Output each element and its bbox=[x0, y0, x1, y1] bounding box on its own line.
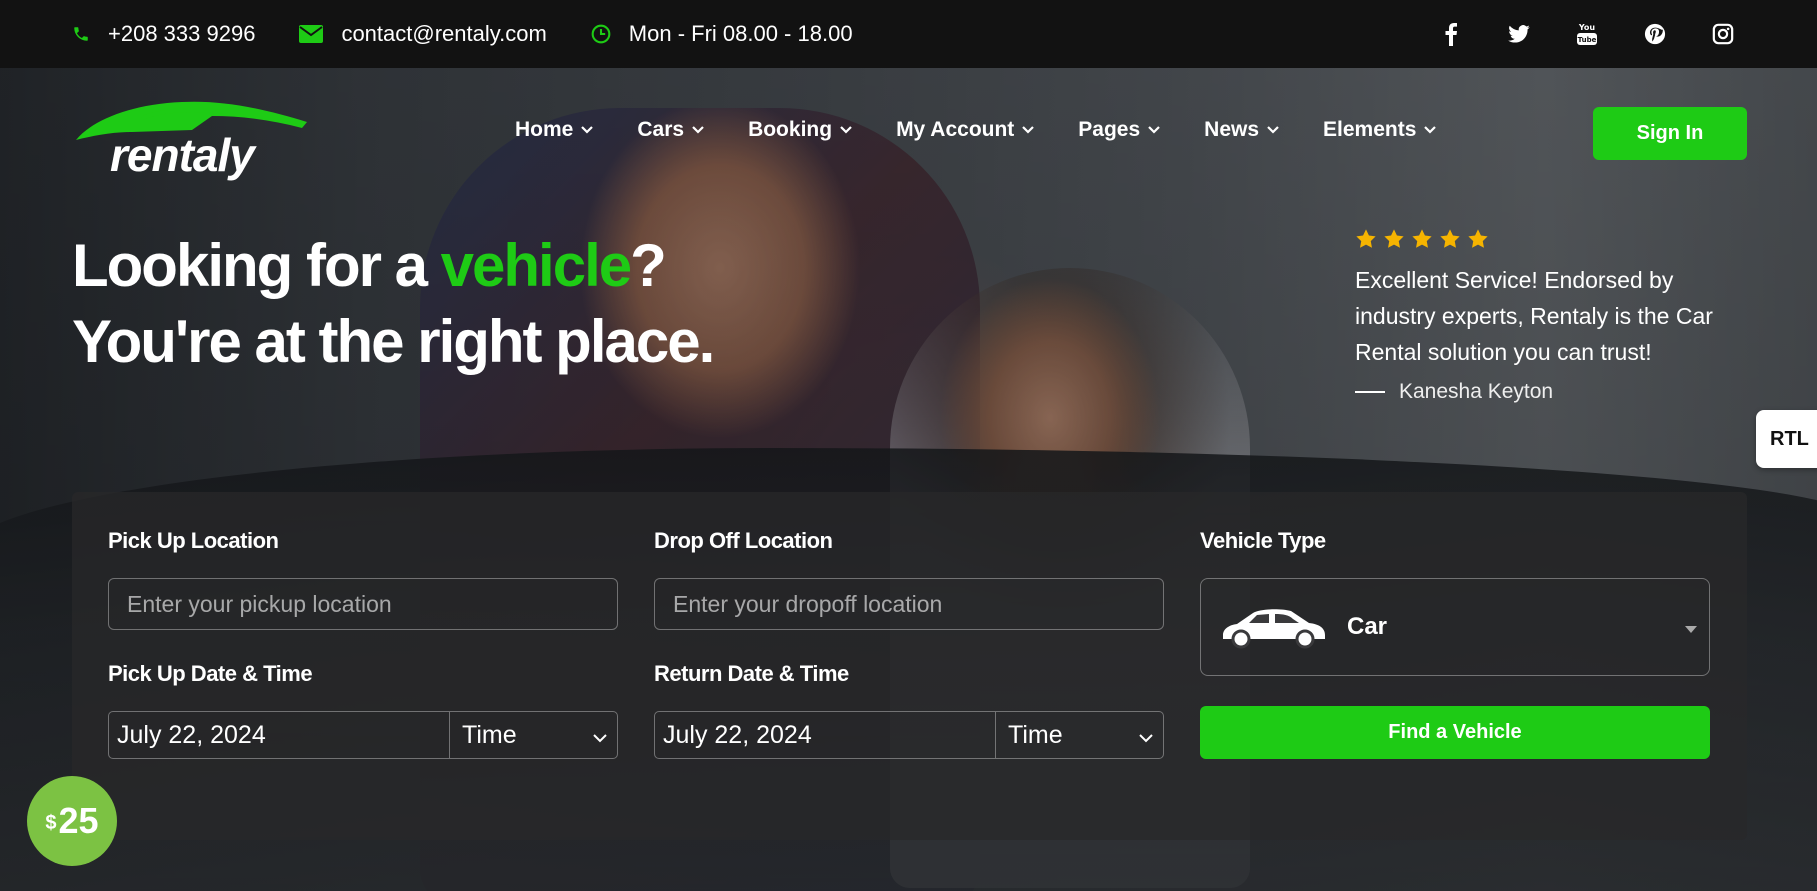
chevron-down-icon bbox=[840, 126, 852, 134]
return-time-select[interactable]: Time bbox=[996, 712, 1163, 758]
svg-text:You: You bbox=[1578, 23, 1596, 32]
return-date-input[interactable]: July 22, 2024 bbox=[655, 712, 996, 758]
vehicle-type-value: Car bbox=[1347, 613, 1388, 640]
car-icon bbox=[1223, 609, 1325, 649]
chevron-down-icon bbox=[581, 126, 594, 134]
chevron-down-icon bbox=[593, 721, 607, 750]
nav-item-my-account[interactable]: My Account bbox=[896, 118, 1035, 142]
headline-line-2: You're at the right place. bbox=[72, 308, 715, 375]
chevron-down-icon bbox=[1424, 126, 1437, 134]
pickup-location-input[interactable]: Enter your pickup location bbox=[108, 578, 618, 630]
nav-item-home[interactable]: Home bbox=[515, 118, 594, 142]
testimonial: Excellent Service! Endorsed by industry … bbox=[1355, 228, 1755, 404]
testimonial-quote: Excellent Service! Endorsed by industry … bbox=[1355, 267, 1713, 365]
envelope-icon bbox=[299, 25, 324, 43]
email-address: contact@rentaly.com bbox=[341, 21, 547, 46]
youtube-icon[interactable]: You Tube bbox=[1575, 22, 1599, 46]
price-badge[interactable]: $ 25 bbox=[27, 776, 117, 866]
phone-number: +208 333 9296 bbox=[108, 21, 256, 46]
chevron-down-icon bbox=[1148, 126, 1160, 134]
nav-item-news[interactable]: News bbox=[1204, 118, 1279, 142]
nav-item-pages[interactable]: Pages bbox=[1078, 118, 1160, 142]
pickup-location-label: Pick Up Location bbox=[108, 528, 279, 553]
twitter-icon[interactable] bbox=[1507, 22, 1531, 46]
business-hours: Mon - Fri 08.00 - 18.00 bbox=[628, 21, 853, 46]
phone-info[interactable]: +208 333 9296 bbox=[72, 21, 255, 47]
rtl-toggle-button[interactable]: RTL bbox=[1756, 410, 1817, 468]
svg-text:Tube: Tube bbox=[1578, 36, 1597, 44]
brand-name: rentaly bbox=[110, 129, 255, 181]
dropoff-location-input[interactable]: Enter your dropoff location bbox=[654, 578, 1164, 630]
hours-info: Mon - Fri 08.00 - 18.00 bbox=[591, 21, 853, 47]
star-icon bbox=[1412, 229, 1432, 248]
rentaly-logo[interactable]: rentaly bbox=[72, 90, 312, 181]
price-amount: 25 bbox=[58, 800, 99, 841]
testimonial-author: Kanesha Keyton bbox=[1355, 380, 1755, 404]
pinterest-icon[interactable] bbox=[1643, 22, 1667, 46]
nav-item-elements[interactable]: Elements bbox=[1323, 118, 1437, 142]
price-currency: $ bbox=[45, 811, 57, 834]
headline-accent-word: vehicle bbox=[440, 232, 632, 299]
caret-down-icon bbox=[1685, 621, 1697, 639]
return-datetime-label: Return Date & Time bbox=[654, 661, 849, 686]
nav-item-cars[interactable]: Cars bbox=[637, 118, 704, 142]
star-icon bbox=[1384, 229, 1404, 248]
chevron-down-icon bbox=[1139, 721, 1153, 750]
pickup-date-input[interactable]: July 22, 2024 bbox=[109, 712, 450, 758]
clock-icon bbox=[591, 24, 611, 44]
pickup-time-select[interactable]: Time bbox=[450, 712, 617, 758]
vehicle-type-select[interactable]: Car bbox=[1200, 578, 1710, 676]
find-vehicle-button[interactable]: Find a Vehicle bbox=[1200, 706, 1710, 759]
author-dash bbox=[1355, 391, 1385, 393]
facebook-icon[interactable] bbox=[1439, 22, 1463, 46]
chevron-down-icon bbox=[1022, 126, 1035, 134]
star-icon bbox=[1356, 229, 1376, 248]
vehicle-type-label: Vehicle Type bbox=[1200, 528, 1326, 553]
pickup-datetime-field: July 22, 2024 Time bbox=[108, 711, 618, 759]
main-nav: Home Cars Booking My Account Pages News … bbox=[515, 118, 1437, 142]
email-info[interactable]: contact@rentaly.com bbox=[299, 21, 547, 47]
return-datetime-field: July 22, 2024 Time bbox=[654, 711, 1164, 759]
pickup-datetime-label: Pick Up Date & Time bbox=[108, 661, 313, 686]
instagram-icon[interactable] bbox=[1711, 22, 1735, 46]
chevron-down-icon bbox=[692, 126, 704, 134]
star-icon bbox=[1468, 229, 1488, 248]
social-links: You Tube bbox=[1439, 0, 1735, 68]
hero-headline: Looking for a vehicle? You're at the rig… bbox=[72, 228, 715, 380]
nav-item-booking[interactable]: Booking bbox=[748, 118, 852, 142]
star-icon bbox=[1440, 229, 1460, 248]
top-bar: +208 333 9296 contact@rentaly.com Mon - … bbox=[0, 0, 1817, 68]
sign-in-button[interactable]: Sign In bbox=[1593, 107, 1747, 160]
chevron-down-icon bbox=[1267, 126, 1279, 134]
rating-stars bbox=[1355, 228, 1755, 250]
phone-icon bbox=[72, 25, 90, 43]
dropoff-location-label: Drop Off Location bbox=[654, 528, 833, 553]
